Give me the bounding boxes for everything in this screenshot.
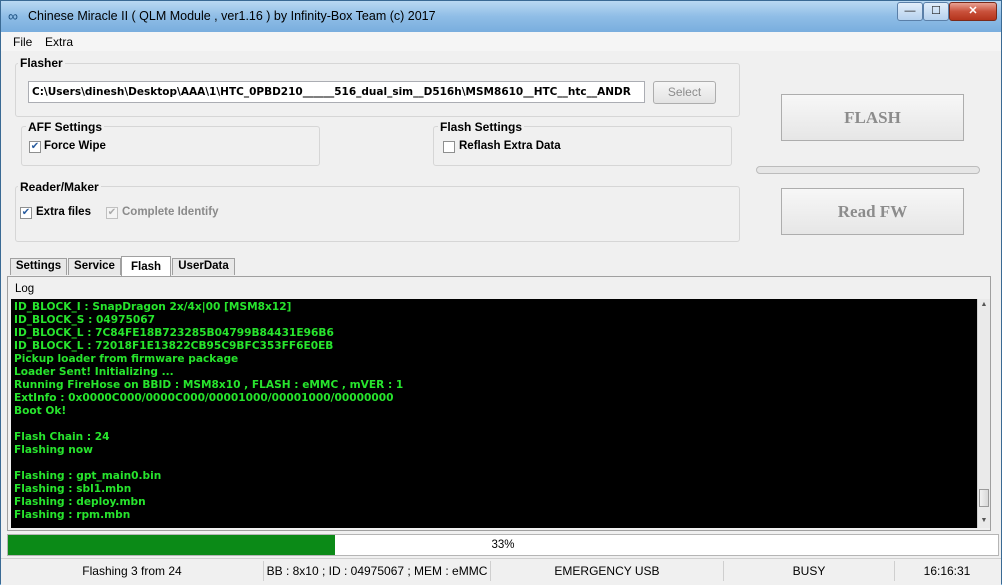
- flash-button[interactable]: FLASH: [781, 94, 964, 141]
- status-bar: Flashing 3 from 24 BB : 8x10 ; ID : 0497…: [1, 558, 1001, 585]
- log-line: Flashing : gpt_main0.bin: [14, 470, 162, 482]
- extra-files-checkbox[interactable]: ✔: [20, 207, 32, 219]
- aff-settings-label: AFF Settings: [26, 120, 104, 134]
- log-line: Pickup loader from firmware package: [14, 353, 239, 365]
- log-line: Flashing : rpm.mbn: [14, 509, 131, 521]
- status-mode: EMERGENCY USB: [491, 561, 724, 581]
- menu-bar: File Extra: [1, 32, 1001, 51]
- complete-identify-label: Complete Identify: [122, 206, 219, 218]
- firmware-path-field[interactable]: C:\Users\dinesh\Desktop\AAA\1\HTC_0PBD21…: [28, 81, 645, 103]
- log-lines: ID_BLOCK_I : SnapDragon 2x/4x|00 [MSM8x1…: [14, 301, 403, 522]
- log-line: ID_BLOCK_L : 72018F1E13822CB95C9BFC353FF…: [14, 340, 334, 352]
- log-line: ID_BLOCK_I : SnapDragon 2x/4x|00 [MSM8x1…: [14, 301, 292, 313]
- log-line: Flashing : sbl1.mbn: [14, 483, 132, 495]
- secondary-progress-bar: [756, 166, 980, 174]
- status-message: Flashing 3 from 24: [1, 561, 264, 581]
- force-wipe-checkbox[interactable]: ✔: [29, 141, 41, 153]
- scroll-thumb[interactable]: [979, 489, 989, 507]
- log-line: Running FireHose on BBID : MSM8x10 , FLA…: [14, 379, 404, 391]
- close-button[interactable]: ✕: [949, 2, 997, 21]
- log-label: Log: [15, 283, 35, 295]
- status-state: BUSY: [724, 561, 895, 581]
- title-bar[interactable]: ∞ Chinese Miracle II ( QLM Module , ver1…: [1, 1, 1001, 32]
- flash-settings-label: Flash Settings: [438, 120, 525, 134]
- menu-file[interactable]: File: [13, 35, 32, 49]
- log-line: ID_BLOCK_S : 04975067: [14, 314, 155, 326]
- log-line: Flashing now: [14, 444, 93, 456]
- tab-flash[interactable]: Flash: [121, 256, 171, 277]
- status-time: 16:16:31: [923, 564, 971, 578]
- reflash-extra-data-checkbox[interactable]: [443, 141, 455, 153]
- tab-userdata[interactable]: UserData: [172, 258, 235, 275]
- status-device-info: BB : 8x10 ; ID : 04975067 ; MEM : eMMC: [264, 561, 491, 581]
- reader-maker-label: Reader/Maker: [18, 180, 101, 194]
- select-button[interactable]: Select: [653, 81, 716, 104]
- tab-service[interactable]: Service: [68, 258, 121, 275]
- log-line: Loader Sent! Initializing ...: [14, 366, 174, 378]
- read-fw-button[interactable]: Read FW: [781, 188, 964, 235]
- maximize-button[interactable]: ☐: [923, 2, 949, 21]
- infinity-icon: ∞: [8, 8, 18, 24]
- minimize-button[interactable]: —: [897, 2, 923, 21]
- log-scrollbar[interactable]: ▲ ▼: [977, 299, 990, 528]
- log-line: ExtInfo : 0x0000C000/0000C000/00001000/0…: [14, 392, 394, 404]
- extra-files-label: Extra files: [36, 206, 91, 218]
- flasher-label: Flasher: [18, 56, 65, 70]
- tab-settings[interactable]: Settings: [10, 258, 67, 275]
- menu-extra[interactable]: Extra: [45, 35, 73, 49]
- scroll-up-arrow-icon[interactable]: ▲: [978, 299, 990, 311]
- main-window: ∞ Chinese Miracle II ( QLM Module , ver1…: [0, 0, 1002, 585]
- window-title: Chinese Miracle II ( QLM Module , ver1.1…: [28, 9, 436, 23]
- reflash-extra-data-label: Reflash Extra Data: [459, 140, 561, 152]
- log-line: Flashing : deploy.mbn: [14, 496, 146, 508]
- scroll-down-arrow-icon[interactable]: ▼: [978, 515, 990, 527]
- log-console[interactable]: ID_BLOCK_I : SnapDragon 2x/4x|00 [MSM8x1…: [11, 299, 977, 528]
- force-wipe-label: Force Wipe: [44, 140, 106, 152]
- log-line: ID_BLOCK_L : 7C84FE18B723285B04799B84431…: [14, 327, 334, 339]
- main-progress-bar: 33%: [7, 534, 999, 556]
- log-line: Flash Chain : 24: [14, 431, 110, 443]
- complete-identify-checkbox[interactable]: ✔: [106, 207, 118, 219]
- progress-text: 33%: [491, 539, 515, 551]
- log-line: Boot Ok!: [14, 405, 67, 417]
